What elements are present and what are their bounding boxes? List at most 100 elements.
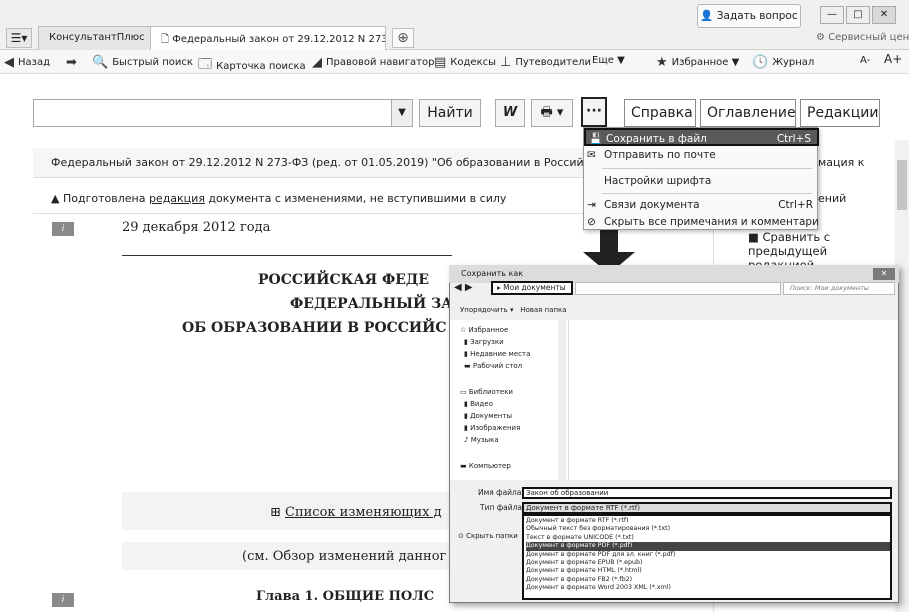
- editions-button[interactable]: Редакции: [800, 99, 880, 127]
- info-icon[interactable]: i: [52, 222, 74, 236]
- warning-icon: ▲: [51, 192, 63, 205]
- tree-music[interactable]: ♪ Музыка: [464, 436, 499, 444]
- search-input[interactable]: [33, 99, 413, 127]
- mail-icon: ✉: [587, 149, 596, 161]
- search-icon: 🔍: [92, 55, 109, 70]
- filename-label: Имя файла:: [478, 488, 524, 497]
- title-line-1: РОССИЙСКАЯ ФЕДЕ: [258, 272, 430, 288]
- tree-downloads[interactable]: ▮ Загрузки: [464, 338, 504, 346]
- book-icon: ▤: [434, 55, 447, 70]
- tab-document-label: Федеральный закон от 29.12.2012 N 273: [172, 34, 386, 45]
- help-button[interactable]: Справка: [624, 99, 696, 127]
- tree-scrollbar[interactable]: [558, 320, 566, 480]
- tree-libraries[interactable]: ▭ Библиотеки: [460, 388, 513, 396]
- maximize-button[interactable]: □: [846, 6, 870, 24]
- save-icon: 💾: [589, 133, 603, 145]
- font-larger-button[interactable]: A+: [884, 52, 902, 66]
- tree-documents[interactable]: ▮ Документы: [464, 412, 512, 420]
- ask-question-button[interactable]: 👤 Задать вопрос: [697, 4, 801, 28]
- menu-item-hide-comments[interactable]: ⊘ Скрыть все примечания и комментарии: [584, 213, 819, 231]
- arrow-indicator: [600, 230, 618, 254]
- close-window-button[interactable]: ✕: [872, 6, 896, 24]
- changes-list-toggle[interactable]: ⊞ Список изменяющих д: [270, 505, 442, 520]
- tree-recent[interactable]: ▮ Недавние места: [464, 350, 530, 358]
- tree-desktop[interactable]: ▬ Рабочий стол: [464, 362, 522, 370]
- dialog-address-bar[interactable]: [575, 282, 781, 295]
- dialog-file-list[interactable]: [568, 320, 898, 480]
- more-menu-button[interactable]: Еще ▼: [592, 55, 625, 66]
- quick-search-button[interactable]: 🔍 Быстрый поиск: [92, 55, 193, 70]
- word-export-button[interactable]: W: [495, 99, 525, 127]
- new-folder-button[interactable]: Новая папка: [520, 306, 566, 314]
- tree-favorites[interactable]: ☆ Избранное: [460, 326, 508, 334]
- search-dropdown-button[interactable]: ▼: [391, 99, 413, 127]
- user-icon: 👤: [700, 10, 717, 22]
- title-line-3: ОБ ОБРАЗОВАНИИ В РОССИЙС: [182, 320, 447, 336]
- dialog-path[interactable]: ▸ Мои документы: [491, 281, 573, 295]
- arrow-right-icon: ➡: [66, 55, 77, 70]
- menu-item-document-links[interactable]: ⇥ Связи документа Ctrl+R: [584, 196, 819, 214]
- new-tab-button[interactable]: ⊕: [392, 28, 414, 48]
- filetype-option[interactable]: Текст в формате UNICODE (*.txt): [526, 534, 890, 542]
- review-link[interactable]: (см. Обзор изменений данног: [242, 549, 446, 564]
- chevron-down-icon: ▼: [398, 107, 406, 118]
- tree-video[interactable]: ▮ Видео: [464, 400, 493, 408]
- filetype-option[interactable]: Обычный текст без форматирования (*.txt): [526, 525, 890, 533]
- filetype-option[interactable]: Документ в формате PDF для эл. книг (*.p…: [526, 551, 890, 559]
- find-button[interactable]: Найти: [419, 99, 481, 127]
- clock-icon: 🕓: [752, 55, 769, 70]
- tab-brand[interactable]: КонсультантПлюс: [38, 26, 156, 50]
- sidebar-changes[interactable]: ений: [818, 192, 846, 205]
- guides-button[interactable]: ⊥ Путеводители: [500, 55, 591, 70]
- font-smaller-button[interactable]: A-: [860, 55, 870, 66]
- filetype-option[interactable]: Документ в формате EPUB (*.epub): [526, 559, 890, 567]
- main-menu-button[interactable]: ☰▾: [6, 28, 32, 48]
- back-button[interactable]: ◀ Назад: [4, 55, 50, 70]
- hide-folders-toggle[interactable]: ⊙ Скрыть папки: [458, 532, 518, 540]
- tab-document[interactable]: 🗋 Федеральный закон от 29.12.2012 N 273 …: [150, 26, 386, 50]
- menu-item-save-to-file[interactable]: 💾 Сохранить в файл Ctrl+S: [584, 128, 819, 146]
- more-actions-button[interactable]: ···: [581, 97, 607, 127]
- filetype-option[interactable]: Документ в формате HTML (*.html): [526, 567, 890, 575]
- document-date: 29 декабря 2012 года: [122, 220, 271, 235]
- minimize-button[interactable]: —: [820, 6, 844, 24]
- compare-icon: ■: [748, 230, 763, 244]
- service-center-link[interactable]: ⚙ Сервисный центр: [816, 32, 909, 43]
- codes-button[interactable]: ▤ Кодексы: [434, 55, 496, 70]
- divider: [122, 255, 452, 256]
- more-actions-menu: 💾 Сохранить в файл Ctrl+S ✉ Отправить по по…: [583, 127, 819, 231]
- edition-link[interactable]: редакция: [149, 192, 205, 205]
- organize-button[interactable]: Упорядочить ▾: [460, 306, 514, 314]
- filetype-option[interactable]: Документ в формате FB2 (*.fb2): [526, 576, 890, 584]
- dialog-nav-arrows[interactable]: ◀ ▶: [454, 282, 473, 293]
- favorites-button[interactable]: ★ Избранное ▼: [656, 55, 739, 70]
- menu-item-send-mail[interactable]: ✉ Отправить по почте: [584, 146, 819, 164]
- card-search-icon: 🗔: [198, 57, 213, 72]
- tab-brand-label: КонсультантПлюс: [49, 32, 145, 43]
- search-card-button[interactable]: 🗔 Карточка поиска: [198, 55, 306, 77]
- scrollbar-thumb[interactable]: [897, 160, 907, 210]
- forward-button[interactable]: ➡: [66, 55, 77, 70]
- journal-button[interactable]: 🕓 Журнал: [752, 55, 814, 70]
- title-line-2: ФЕДЕРАЛЬНЫЙ ЗА: [290, 296, 453, 312]
- tree-computer[interactable]: ▬ Компьютер: [460, 462, 511, 470]
- sidebar-info[interactable]: мация к: [818, 156, 864, 169]
- word-icon: W: [502, 105, 518, 120]
- info-icon-2[interactable]: i: [52, 593, 74, 607]
- print-button[interactable]: 🖶 ▾: [531, 99, 573, 127]
- legal-navigator-button[interactable]: ◢ Правовой навигатор: [312, 55, 434, 70]
- dialog-search-input[interactable]: Поиск: Мои документы: [783, 282, 895, 295]
- filetype-select[interactable]: Документ в формате RTF (*.rtf): [522, 502, 892, 514]
- filetype-option-selected[interactable]: Документ в формате PDF (*.pdf): [526, 542, 890, 551]
- dialog-close-button[interactable]: ✕: [873, 268, 895, 280]
- printer-icon: 🖶 ▾: [540, 105, 564, 120]
- filename-input[interactable]: Закон об образовании: [522, 487, 892, 499]
- contents-button[interactable]: Оглавление: [700, 99, 796, 127]
- menu-item-font-settings[interactable]: Настройки шрифта: [584, 172, 819, 190]
- arrow-left-icon: ◀: [4, 55, 14, 70]
- plus-icon: ⊞: [270, 505, 286, 520]
- tree-images[interactable]: ▮ Изображения: [464, 424, 520, 432]
- filetype-dropdown-list: Документ в формате RTF (*.rtf) Обычный т…: [522, 514, 892, 600]
- gear-icon: ⚙: [816, 32, 829, 43]
- filetype-option[interactable]: Документ в формате Word 2003 XML (*.xml): [526, 584, 890, 592]
